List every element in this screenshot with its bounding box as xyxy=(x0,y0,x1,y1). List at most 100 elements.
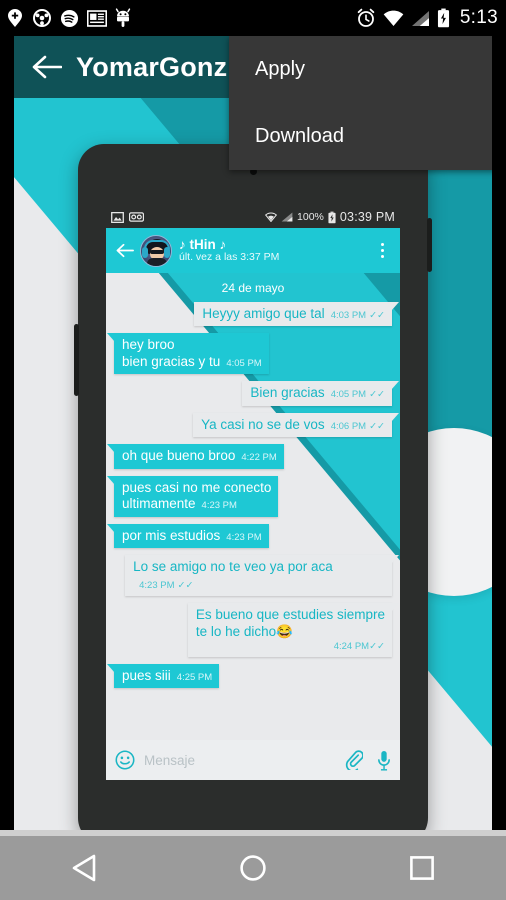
message-text: pues casi no me conecto ultimamente xyxy=(122,479,272,512)
location-pin-plus-icon xyxy=(8,9,22,27)
signal-icon xyxy=(281,212,293,222)
preview-battery-percent: 100% xyxy=(297,211,324,223)
app-back-button[interactable] xyxy=(26,46,68,88)
message-bubble[interactable]: por mis estudios 4:23 PM xyxy=(107,523,269,549)
image-icon xyxy=(111,211,124,223)
message-input-placeholder[interactable]: Mensaje xyxy=(144,753,345,768)
message-read-ticks-icon: ✓✓ xyxy=(369,420,385,432)
nav-home-button[interactable] xyxy=(213,842,293,894)
message-meta: 4:23 PM ✓✓ xyxy=(139,580,193,592)
message-row: hey broo bien gracias y tu 4:05 PM xyxy=(107,333,392,375)
message-row: por mis estudios 4:23 PM xyxy=(107,523,392,549)
recents-square-icon xyxy=(409,856,434,880)
message-bubble[interactable]: Bien gracias 4:05 PM ✓✓ xyxy=(242,381,399,406)
phone-mockup: 100% 03:39 PM ♪ tHin ♪ últ. vez a las 3:… xyxy=(74,144,432,836)
menu-item-download[interactable]: Download xyxy=(229,103,492,170)
message-meta: 4:23 PM xyxy=(202,500,237,512)
message-time: 4:22 PM xyxy=(241,452,277,464)
dot xyxy=(380,255,384,258)
message-bubble[interactable]: Heyyy amigo que tal 4:03 PM ✓✓ xyxy=(194,302,399,327)
chat-back-arrow-icon[interactable] xyxy=(112,243,138,258)
message-bubble[interactable]: pues siii 4:25 PM xyxy=(106,663,220,689)
message-time: 4:23 PM xyxy=(201,500,237,512)
preview-chat-body: 24 de mayo Heyyy amigo que tal 4:03 PM ✓✓ he… xyxy=(106,273,400,740)
preview-status-left-icons xyxy=(111,211,144,223)
nav-recents-button[interactable] xyxy=(382,842,462,894)
message-time: 4:23 PM xyxy=(226,531,262,543)
phone-screen: 100% 03:39 PM ♪ tHin ♪ últ. vez a las 3:… xyxy=(106,206,400,780)
message-meta: 4:06 PM ✓✓ xyxy=(331,421,385,433)
message-meta: 4:22 PM xyxy=(241,452,276,464)
preview-status-bar: 100% 03:39 PM xyxy=(106,206,400,228)
message-read-ticks-icon: ✓✓ xyxy=(177,579,194,591)
voicemail-icon xyxy=(129,212,144,222)
chat-date-chip: 24 de mayo xyxy=(221,281,285,295)
message-text: pues siii xyxy=(122,667,171,683)
emoji-icon[interactable] xyxy=(115,750,135,770)
message-text: Es bueno que estudies siempre te lo he di… xyxy=(195,607,385,639)
battery-charging-icon xyxy=(437,8,449,28)
preview-status-right-icons: 100% 03:39 PM xyxy=(265,210,395,224)
message-time: 4:03 PM xyxy=(330,310,367,321)
message-meta: 4:24 PM✓✓ xyxy=(196,641,385,653)
avatar-body xyxy=(147,257,167,266)
os-status-bar: 5:13 xyxy=(0,0,506,36)
message-text: hey broo bien gracias y tu xyxy=(122,337,221,369)
avatar-glasses xyxy=(150,249,164,254)
message-row: Es bueno que estudies siempre te lo he di… xyxy=(114,603,400,657)
avatar-headphone-left xyxy=(142,246,148,258)
message-bubble[interactable]: hey broo bien gracias y tu 4:05 PM xyxy=(107,333,269,375)
message-meta: 4:23 PM xyxy=(226,532,261,544)
message-row: pues casi no me conecto ultimamente 4:23 P… xyxy=(106,475,392,517)
message-text: Lo se amigo no te veo ya por aca xyxy=(133,559,333,575)
preview-chat-header: ♪ tHin ♪ últ. vez a las 3:37 PM xyxy=(106,228,400,273)
chat-overflow-menu-icon[interactable] xyxy=(374,243,394,258)
message-read-ticks-icon: ✓✓ xyxy=(369,641,385,653)
wifi-icon xyxy=(383,10,404,26)
message-row: Bien gracias 4:05 PM ✓✓ xyxy=(114,381,399,406)
home-circle-icon xyxy=(240,855,266,881)
message-bubble[interactable]: Lo se amigo no te veo ya por aca 4:23 PM ✓… xyxy=(125,555,399,597)
message-meta: 4:03 PM ✓✓ xyxy=(331,310,385,322)
message-bubble[interactable]: pues casi no me conecto ultimamente 4:23 P… xyxy=(106,475,279,517)
message-read-ticks-icon: ✓✓ xyxy=(369,310,385,321)
back-triangle-icon xyxy=(73,854,96,882)
message-row: Ya casi no se de vos 4:06 PM ✓✓ xyxy=(114,412,399,438)
message-bubble[interactable]: Ya casi no se de vos 4:06 PM ✓✓ xyxy=(193,412,399,438)
message-bubble[interactable]: oh que bueno broo 4:22 PM xyxy=(107,444,284,469)
os-navigation-bar xyxy=(0,836,506,900)
message-text: oh que bueno broo xyxy=(122,448,236,464)
message-time: 4:23 PM xyxy=(139,579,175,591)
message-text: Heyyy amigo que tal xyxy=(202,306,325,321)
app-window: 100% 03:39 PM ♪ tHin ♪ últ. vez a las 3:… xyxy=(14,36,492,836)
android-bug-icon xyxy=(115,8,131,27)
chat-input-bar[interactable]: Mensaje xyxy=(106,740,400,780)
message-read-ticks-icon: ✓✓ xyxy=(369,389,385,401)
dot xyxy=(380,243,384,246)
microphone-icon[interactable] xyxy=(377,750,391,771)
message-time: 4:24 PM xyxy=(333,641,370,653)
status-bar-notification-icons xyxy=(6,8,131,28)
message-time: 4:05 PM xyxy=(330,389,367,401)
signal-icon xyxy=(411,10,429,26)
phone-side-button-right xyxy=(427,218,432,272)
chat-input-actions xyxy=(345,750,391,771)
message-list: 24 de mayo Heyyy amigo que tal 4:03 PM ✓✓ he… xyxy=(106,273,400,699)
message-meta: 4:05 PM ✓✓ xyxy=(331,389,385,401)
spotify-icon xyxy=(60,9,79,27)
message-bubble[interactable]: Es bueno que estudies siempre te lo he di… xyxy=(187,603,400,657)
nav-back-button[interactable] xyxy=(44,842,124,894)
wifi-icon xyxy=(265,212,278,222)
status-bar-system-icons: 5:13 xyxy=(356,7,498,29)
message-time: 4:25 PM xyxy=(176,671,213,683)
menu-item-apply[interactable]: Apply xyxy=(229,36,492,103)
overflow-menu-popup[interactable]: Apply Download xyxy=(229,36,492,170)
paperclip-icon[interactable] xyxy=(345,750,363,770)
phone-side-button-left xyxy=(74,324,79,396)
chat-contact-avatar[interactable] xyxy=(140,234,172,267)
battery-charging-icon xyxy=(328,211,336,223)
os-clock: 5:13 xyxy=(459,7,498,28)
message-row: oh que bueno broo 4:22 PM xyxy=(107,444,392,469)
message-row: pues siii 4:25 PM xyxy=(106,663,392,689)
message-time: 4:06 PM xyxy=(330,420,367,432)
